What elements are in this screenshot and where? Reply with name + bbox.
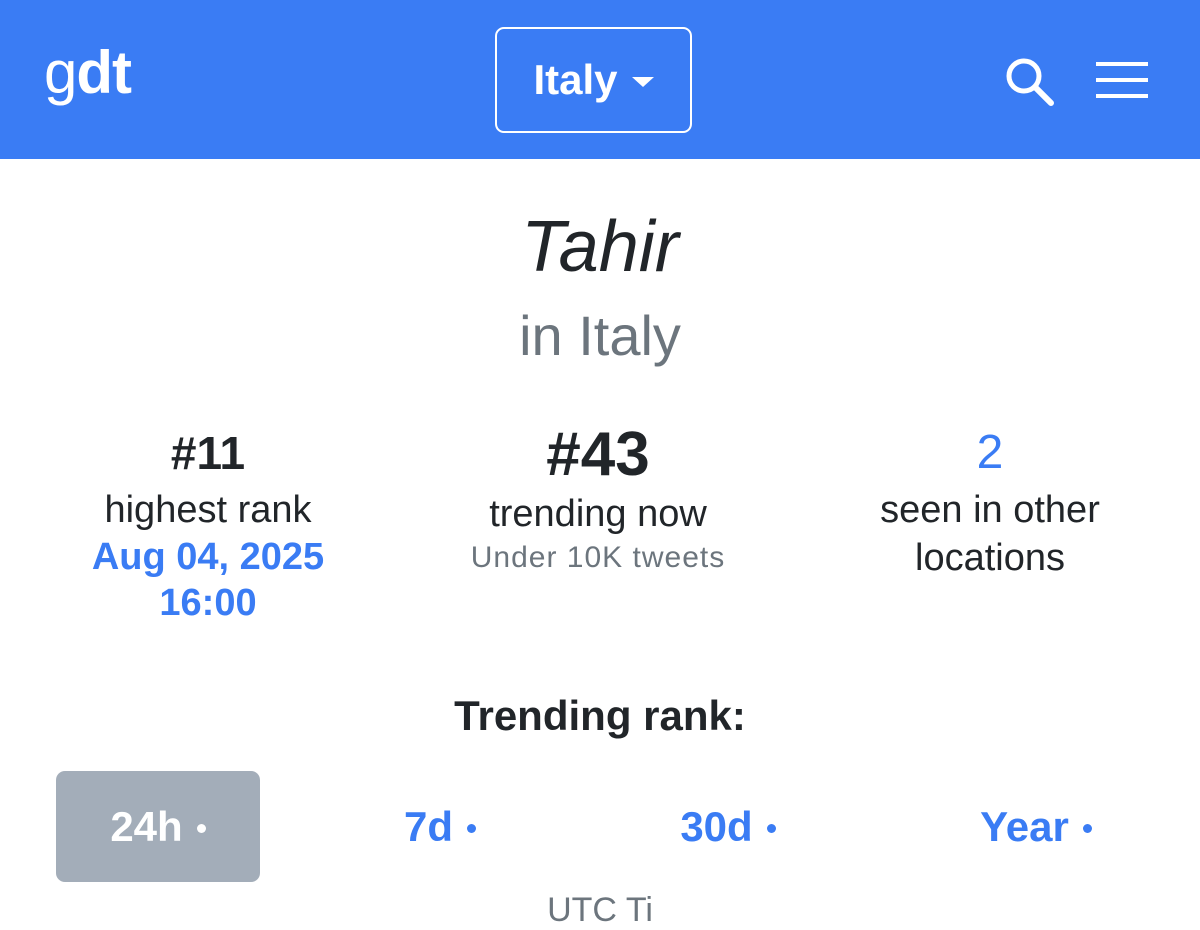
highest-rank-stat: #11 highest rank Aug 04, 2025 16:00 bbox=[8, 420, 408, 626]
menu-icon bbox=[1096, 62, 1148, 98]
highest-rank-date-link[interactable]: Aug 04, 2025 16:00 bbox=[8, 534, 408, 626]
trending-rank-heading: Trending rank: bbox=[454, 692, 746, 739]
current-rank-stat: #43 trending now Under 10K tweets bbox=[398, 420, 798, 578]
country-label: Italy bbox=[533, 56, 618, 103]
dot-icon bbox=[467, 824, 476, 833]
tab-year-label: Year bbox=[980, 802, 1069, 850]
highest-rank-time: 16:00 bbox=[159, 582, 257, 624]
menu-button[interactable] bbox=[1096, 62, 1148, 98]
highest-rank-label: highest rank bbox=[104, 489, 312, 531]
logo-dt: dt bbox=[76, 39, 132, 106]
search-icon bbox=[1006, 58, 1054, 106]
site-logo[interactable]: gdt bbox=[44, 38, 132, 108]
caret-down-icon bbox=[631, 77, 654, 87]
tweet-volume: Under 10K tweets bbox=[470, 541, 726, 574]
current-rank-label: trending now bbox=[489, 493, 707, 535]
other-locations-label-1: seen in other bbox=[880, 489, 1100, 531]
logo-g: g bbox=[44, 39, 77, 106]
highest-rank-value: #11 bbox=[170, 427, 246, 479]
timezone-caption: UTC Ti bbox=[547, 891, 653, 929]
current-rank-value: #43 bbox=[546, 420, 650, 489]
search-button[interactable] bbox=[1003, 55, 1059, 107]
tab-year[interactable]: Year bbox=[934, 771, 1138, 882]
highest-rank-date: Aug 04, 2025 bbox=[91, 536, 325, 578]
other-locations-stat[interactable]: 2 seen in other locations bbox=[790, 420, 1190, 582]
tab-30d-label: 30d bbox=[680, 802, 753, 850]
dot-icon bbox=[1082, 824, 1092, 833]
tab-30d[interactable]: 30d bbox=[626, 771, 830, 882]
other-locations-count[interactable]: 2 bbox=[790, 420, 1190, 486]
country-selector-button[interactable]: Italy bbox=[495, 27, 692, 133]
tab-24h-label: 24h bbox=[110, 802, 183, 850]
other-locations-label-2: locations bbox=[915, 537, 1065, 579]
trend-location: in Italy bbox=[519, 304, 681, 367]
top-navbar: gdt Italy bbox=[0, 0, 1200, 159]
dot-icon bbox=[196, 824, 206, 833]
tab-7d[interactable]: 7d bbox=[338, 771, 542, 882]
tab-24h[interactable]: 24h bbox=[56, 771, 260, 882]
tab-7d-label: 7d bbox=[403, 802, 453, 850]
dot-icon bbox=[766, 824, 776, 833]
trend-title: Tahir bbox=[521, 207, 679, 287]
